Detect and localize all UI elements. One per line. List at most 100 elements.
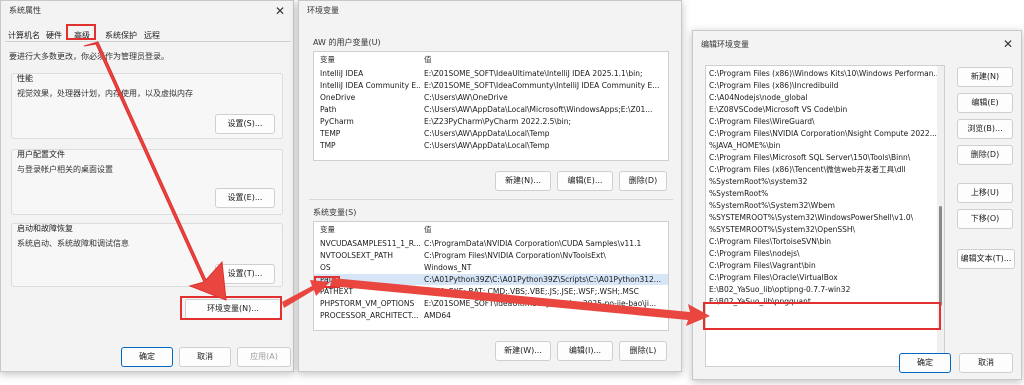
table-row[interactable]: NVTOOLSEXT_PATH C:\Program Files\NVIDIA … <box>314 250 668 261</box>
performance-group: 性能 视觉效果，处理器计划，内存使用，以及虚拟内存 设置(S)... <box>11 73 283 139</box>
cancel-button[interactable]: 取消 <box>959 353 1013 373</box>
var-value: E:\Z23PyCharm\PyCharm 2022.2.5\bin; <box>424 117 572 126</box>
tab-system-protection[interactable]: 系统保护 <box>105 30 137 41</box>
cancel-button[interactable]: 取消 <box>179 347 231 367</box>
tab-hardware[interactable]: 硬件 <box>46 30 62 41</box>
table-row[interactable]: IntelliJ IDEA Community E... E:\Z01SOME_… <box>314 80 668 91</box>
list-item[interactable]: C:\Program Files\Vagrant\bin <box>709 260 816 272</box>
list-item[interactable]: C:\Program Files\Microsoft SQL Server\15… <box>709 152 910 164</box>
list-item[interactable]: %JAVA_HOME%\bin <box>709 140 780 152</box>
list-item[interactable]: %SystemRoot%\System32\Wbem <box>709 200 835 212</box>
ok-button[interactable]: 确定 <box>121 347 173 367</box>
user-edit-button[interactable]: 编辑(E)... <box>557 171 613 191</box>
list-item[interactable]: C:\Program Files (x86)\Incredibuild <box>709 80 838 92</box>
environment-variables-dialog: 环境变量 AW 的用户变量(U) 变量 值 IntelliJ IDEA E:\Z… <box>298 0 682 372</box>
table-row[interactable]: PHPSTORM_VM_OPTIONS E:\Z01SOME_SOFT\Idea… <box>314 298 668 309</box>
col-variable[interactable]: 变量 <box>320 54 420 65</box>
table-row[interactable]: NVCUDASAMPLES11_1_R... C:\ProgramData\NV… <box>314 238 668 249</box>
user-profile-label: 用户配置文件 <box>17 150 65 159</box>
delete-entry-button[interactable]: 删除(D) <box>957 145 1013 165</box>
var-value: .COM;.EXE;.BAT;.CMD;.VBS;.VBE;.JS;.JSE;.… <box>424 287 639 296</box>
env-button-highlight <box>180 296 282 320</box>
var-name: PyCharm <box>320 117 354 126</box>
list-item[interactable]: E:\B02_YaSuo_lib\optipng-0.7.7-win32 <box>709 284 850 296</box>
apply-button[interactable]: 应用(A) <box>237 347 291 367</box>
list-item[interactable]: C:\Program Files\Oracle\VirtualBox <box>709 272 838 284</box>
table-row[interactable]: OneDrive C:\Users\AW\OneDrive <box>314 92 668 103</box>
var-name: IntelliJ IDEA Community E... <box>320 81 420 90</box>
tab-computer-name[interactable]: 计算机名 <box>8 30 40 41</box>
performance-label: 性能 <box>17 74 33 83</box>
admin-notice: 要进行大多数更改，你必须作为管理员登录。 <box>9 52 169 61</box>
list-item[interactable]: C:\Program Files\TortoiseSVN\bin <box>709 236 831 248</box>
var-value: C:\Users\AW\AppData\Local\Microsoft\Wind… <box>424 105 653 114</box>
window-title: 系统属性 <box>9 6 41 15</box>
performance-desc: 视觉效果，处理器计划，内存使用，以及虚拟内存 <box>17 89 193 98</box>
table-row[interactable]: OS Windows_NT <box>314 262 668 273</box>
window-title: 编辑环境变量 <box>701 40 749 49</box>
list-item[interactable]: C:\Program Files (x86)\Windows Kits\10\W… <box>709 68 941 80</box>
var-value: C:\Users\AW\AppData\Local\Temp <box>424 141 550 150</box>
var-value: C:\Users\AW\OneDrive <box>424 93 508 102</box>
startup-recovery-settings-button[interactable]: 设置(T)... <box>215 264 275 284</box>
list-item[interactable]: %SYSTEMROOT%\System32\WindowsPowerShell\… <box>709 212 913 224</box>
list-item[interactable]: C:\A04Nodejs\node_global <box>709 92 807 104</box>
close-icon[interactable]: ✕ <box>1003 37 1013 51</box>
table-header: 变量 值 <box>314 224 668 235</box>
system-variables-table[interactable]: 变量 值 NVCUDASAMPLES11_1_R... C:\ProgramDa… <box>313 221 669 331</box>
var-value: Windows_NT <box>424 263 472 272</box>
list-item[interactable]: %SystemRoot%\system32 <box>709 176 807 188</box>
table-row[interactable]: TEMP C:\Users\AW\AppData\Local\Temp <box>314 128 668 139</box>
new-entries-highlight <box>703 302 941 330</box>
var-value: C:\ProgramData\NVIDIA Corporation\CUDA S… <box>424 239 642 248</box>
list-item[interactable]: C:\Program Files (x86)\Tencent\微信web开发者工… <box>709 164 906 176</box>
path-row-highlight <box>314 276 340 288</box>
ok-button[interactable]: 确定 <box>899 353 951 373</box>
system-new-button[interactable]: 新建(W)... <box>495 341 551 361</box>
user-variables-table[interactable]: 变量 值 IntelliJ IDEA E:\Z01SOME_SOFT\IdeaU… <box>313 51 669 161</box>
system-edit-button[interactable]: 编辑(I)... <box>557 341 613 361</box>
list-item[interactable]: C:\Program Files\WireGuard\ <box>709 116 815 128</box>
tab-remote[interactable]: 远程 <box>144 30 160 41</box>
table-header: 变量 值 <box>314 54 668 65</box>
user-profile-group: 用户配置文件 与登录帐户相关的桌面设置 设置(E)... <box>11 149 283 215</box>
browse-button[interactable]: 浏览(B)... <box>957 119 1013 139</box>
list-item[interactable]: %SystemRoot% <box>709 188 768 200</box>
var-name: OS <box>320 263 331 272</box>
var-value: C:\A01Python39Z\C:\A01Python39Z\Scripts\… <box>424 275 661 284</box>
table-row[interactable]: Path C:\Users\AW\AppData\Local\Microsoft… <box>314 104 668 115</box>
scrollbar-thumb[interactable] <box>939 206 942 306</box>
move-up-button[interactable]: 上移(U) <box>957 183 1013 203</box>
system-variables-label: 系统变量(S) <box>313 208 357 217</box>
table-row[interactable]: TMP C:\Users\AW\AppData\Local\Temp <box>314 140 668 151</box>
col-variable[interactable]: 变量 <box>320 224 420 235</box>
var-name: NVTOOLSEXT_PATH <box>320 251 393 260</box>
window-title: 环境变量 <box>307 6 339 15</box>
performance-settings-button[interactable]: 设置(S)... <box>215 114 275 134</box>
list-item[interactable]: C:\Program Files\nodejs\ <box>709 248 800 260</box>
col-value[interactable]: 值 <box>424 224 664 235</box>
new-entry-button[interactable]: 新建(N) <box>957 67 1013 87</box>
table-row[interactable]: IntelliJ IDEA E:\Z01SOME_SOFT\IdeaUltima… <box>314 68 668 79</box>
user-profile-settings-button[interactable]: 设置(E)... <box>215 188 275 208</box>
var-value: E:\Z01SOME_SOFT\IdeaUltimate\IntelliJ ID… <box>424 69 643 78</box>
list-item[interactable]: C:\Program Files\NVIDIA Corporation\Nsig… <box>709 128 939 140</box>
table-row-selected[interactable]: Path C:\A01Python39Z\C:\A01Python39Z\Scr… <box>314 274 668 285</box>
user-delete-button[interactable]: 删除(D) <box>619 171 667 191</box>
var-value: C:\Program Files\NVIDIA Corporation\NvTo… <box>424 251 606 260</box>
move-down-button[interactable]: 下移(O) <box>957 209 1013 229</box>
var-name: Path <box>320 105 337 114</box>
edit-entry-button[interactable]: 编辑(E) <box>957 93 1013 113</box>
table-row[interactable]: PROCESSOR_ARCHITECT... AMD64 <box>314 310 668 321</box>
system-delete-button[interactable]: 删除(L) <box>619 341 667 361</box>
table-row[interactable]: PATHEXT .COM;.EXE;.BAT;.CMD;.VBS;.VBE;.J… <box>314 286 668 297</box>
close-icon[interactable]: ✕ <box>275 4 285 18</box>
list-item[interactable]: %SYSTEMROOT%\System32\OpenSSH\ <box>709 224 855 236</box>
edit-text-button[interactable]: 编辑文本(T)... <box>957 249 1015 269</box>
startup-recovery-label: 启动和故障恢复 <box>17 224 73 233</box>
table-row[interactable]: PyCharm E:\Z23PyCharm\PyCharm 2022.2.5\b… <box>314 116 668 127</box>
user-new-button[interactable]: 新建(N)... <box>495 171 551 191</box>
list-item[interactable]: E:\Z08VSCode\Microsoft VS Code\bin <box>709 104 847 116</box>
col-value[interactable]: 值 <box>424 54 664 65</box>
user-profile-desc: 与登录帐户相关的桌面设置 <box>17 165 113 174</box>
